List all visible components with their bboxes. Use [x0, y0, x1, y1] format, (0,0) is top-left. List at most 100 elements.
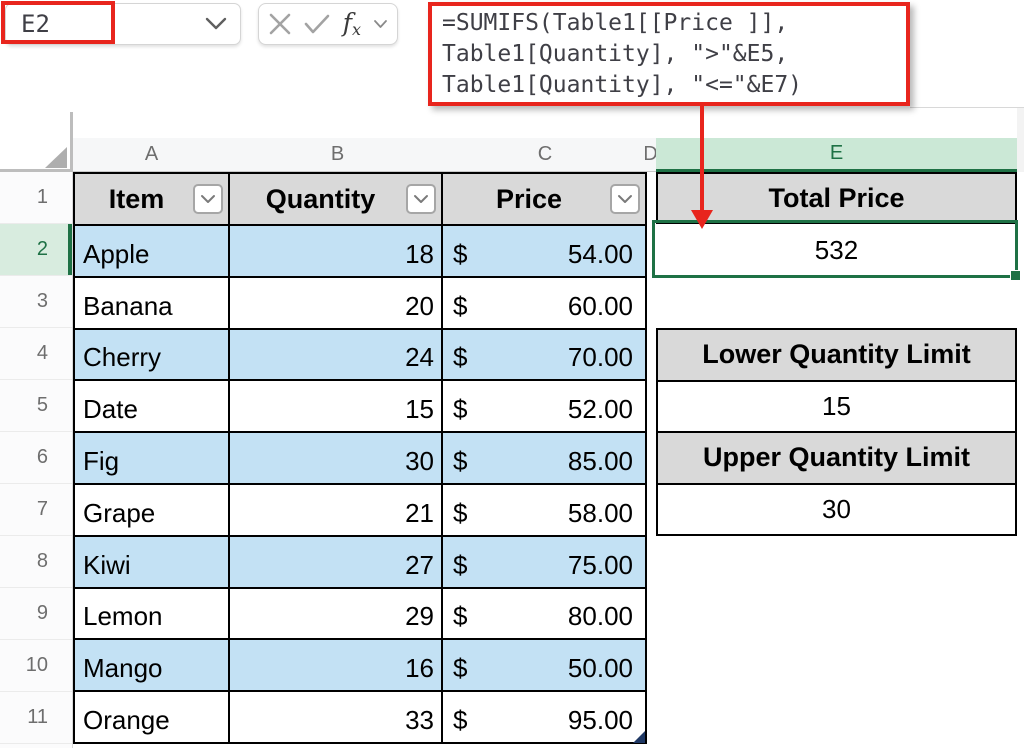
row-header-10[interactable]: 10: [0, 640, 72, 692]
cell-quantity[interactable]: 16: [230, 640, 443, 690]
cell-price[interactable]: $58.00: [443, 485, 645, 535]
filter-button-item[interactable]: [193, 184, 223, 214]
row-header-7[interactable]: 7: [0, 484, 72, 536]
cell-quantity[interactable]: 27: [230, 537, 443, 587]
cell-total-price-header[interactable]: Total Price: [656, 172, 1017, 224]
filter-button-quantity[interactable]: [406, 184, 436, 214]
cell-quantity[interactable]: 30: [230, 433, 443, 483]
currency-symbol: $: [453, 239, 467, 270]
currency-symbol: $: [453, 394, 467, 425]
cell-item[interactable]: Cherry: [75, 330, 230, 380]
cell-price[interactable]: $70.00: [443, 330, 645, 380]
cell-quantity[interactable]: 33: [230, 692, 443, 742]
table-row: Cherry 24 $70.00: [75, 330, 645, 382]
excel-window: E2 fx =SUMIFS(Table1[[Price ]], Table1[Q…: [0, 0, 1024, 748]
header-cell-quantity[interactable]: Quantity: [230, 174, 443, 224]
cell-quantity[interactable]: 15: [230, 381, 443, 431]
cell-price[interactable]: $60.00: [443, 278, 645, 328]
table-row: Mango 16 $50.00: [75, 640, 645, 692]
cell-lower-limit-header[interactable]: Lower Quantity Limit: [658, 330, 1015, 382]
formula-bar-input[interactable]: =SUMIFS(Table1[[Price ]], Table1[Quantit…: [428, 2, 910, 106]
cell-total-price-value-selected[interactable]: 532: [656, 224, 1017, 276]
table-row: Orange 33 $95.00: [75, 692, 645, 742]
row-header-4[interactable]: 4: [0, 328, 72, 380]
filter-button-price[interactable]: [610, 184, 640, 214]
column-header-a[interactable]: A: [73, 138, 230, 172]
chevron-down-icon: [200, 194, 216, 204]
row-header-5[interactable]: 5: [0, 380, 72, 432]
enter-icon[interactable]: [304, 14, 330, 34]
currency-symbol: $: [453, 446, 467, 477]
row-header-11[interactable]: 11: [0, 692, 72, 744]
price-value: 60.00: [568, 291, 633, 322]
cell-item[interactable]: Lemon: [75, 589, 230, 639]
name-box-value: E2: [21, 10, 50, 38]
price-value: 75.00: [568, 550, 633, 581]
fill-handle[interactable]: [1010, 270, 1021, 281]
table-row: Apple 18 $54.00: [75, 226, 645, 278]
cell-item[interactable]: Kiwi: [75, 537, 230, 587]
cell-upper-limit-header[interactable]: Upper Quantity Limit: [658, 433, 1015, 485]
cell-item[interactable]: Orange: [75, 692, 230, 742]
table-row: Grape 21 $58.00: [75, 485, 645, 537]
cell-lower-limit-value[interactable]: 15: [658, 382, 1015, 434]
column-header-b[interactable]: B: [230, 138, 445, 172]
cell-quantity[interactable]: 18: [230, 226, 443, 276]
table-row: Kiwi 27 $75.00: [75, 537, 645, 589]
currency-symbol: $: [453, 653, 467, 684]
header-cell-price[interactable]: Price: [443, 174, 645, 224]
column-header-e-selected[interactable]: E: [656, 138, 1017, 172]
row-header-3[interactable]: 3: [0, 276, 72, 328]
chevron-down-icon[interactable]: [205, 17, 227, 31]
name-box[interactable]: E2: [5, 3, 241, 45]
chevron-down-icon[interactable]: [374, 20, 387, 29]
chevron-down-icon: [617, 194, 633, 204]
row-header-1[interactable]: 1: [0, 172, 72, 224]
cell-price[interactable]: $95.00: [443, 692, 645, 742]
currency-symbol: $: [453, 550, 467, 581]
currency-symbol: $: [453, 705, 467, 736]
column-header-d[interactable]: D: [645, 138, 656, 172]
cell-item[interactable]: Grape: [75, 485, 230, 535]
cell-upper-limit-value[interactable]: 30: [658, 485, 1015, 535]
currency-symbol: $: [453, 291, 467, 322]
cell-item[interactable]: Banana: [75, 278, 230, 328]
price-value: 54.00: [568, 239, 633, 270]
cell-quantity[interactable]: 21: [230, 485, 443, 535]
table-row: Lemon 29 $80.00: [75, 589, 645, 641]
currency-symbol: $: [453, 342, 467, 373]
column-header-c[interactable]: C: [445, 138, 645, 172]
cell-item[interactable]: Apple: [75, 226, 230, 276]
cell-item[interactable]: Date: [75, 381, 230, 431]
insert-function-icon[interactable]: fx: [343, 10, 361, 38]
cell-price[interactable]: $85.00: [443, 433, 645, 483]
price-value: 50.00: [568, 653, 633, 684]
header-cell-item[interactable]: Item: [75, 174, 230, 224]
row-header-column: 1 2 3 4 5 6 7 8 9 10 11: [0, 172, 73, 748]
cell-price[interactable]: $50.00: [443, 640, 645, 690]
cell-item[interactable]: Mango: [75, 640, 230, 690]
row-header-6[interactable]: 6: [0, 432, 72, 484]
currency-symbol: $: [453, 498, 467, 529]
cell-quantity[interactable]: 24: [230, 330, 443, 380]
formula-bar-bottom-border: [910, 107, 1024, 108]
row-header-2-selected[interactable]: 2: [0, 224, 72, 276]
table1: Item Quantity Price: [73, 172, 647, 744]
table-resize-handle[interactable]: [633, 731, 645, 743]
row-header-8[interactable]: 8: [0, 536, 72, 588]
row-header-9[interactable]: 9: [0, 588, 72, 640]
price-value: 58.00: [568, 498, 633, 529]
cell-price[interactable]: $54.00: [443, 226, 645, 276]
cell-quantity[interactable]: 29: [230, 589, 443, 639]
price-value: 85.00: [568, 446, 633, 477]
formula-line: =SUMIFS(Table1[[Price ]],: [442, 8, 906, 39]
cell-price[interactable]: $75.00: [443, 537, 645, 587]
table-row: Date 15 $52.00: [75, 381, 645, 433]
right-column-sliver: [1017, 108, 1024, 172]
cell-item[interactable]: Fig: [75, 433, 230, 483]
cell-price[interactable]: $80.00: [443, 589, 645, 639]
cell-price[interactable]: $52.00: [443, 381, 645, 431]
select-all-triangle-icon: [45, 147, 67, 168]
cell-quantity[interactable]: 20: [230, 278, 443, 328]
cancel-icon[interactable]: [269, 13, 291, 35]
